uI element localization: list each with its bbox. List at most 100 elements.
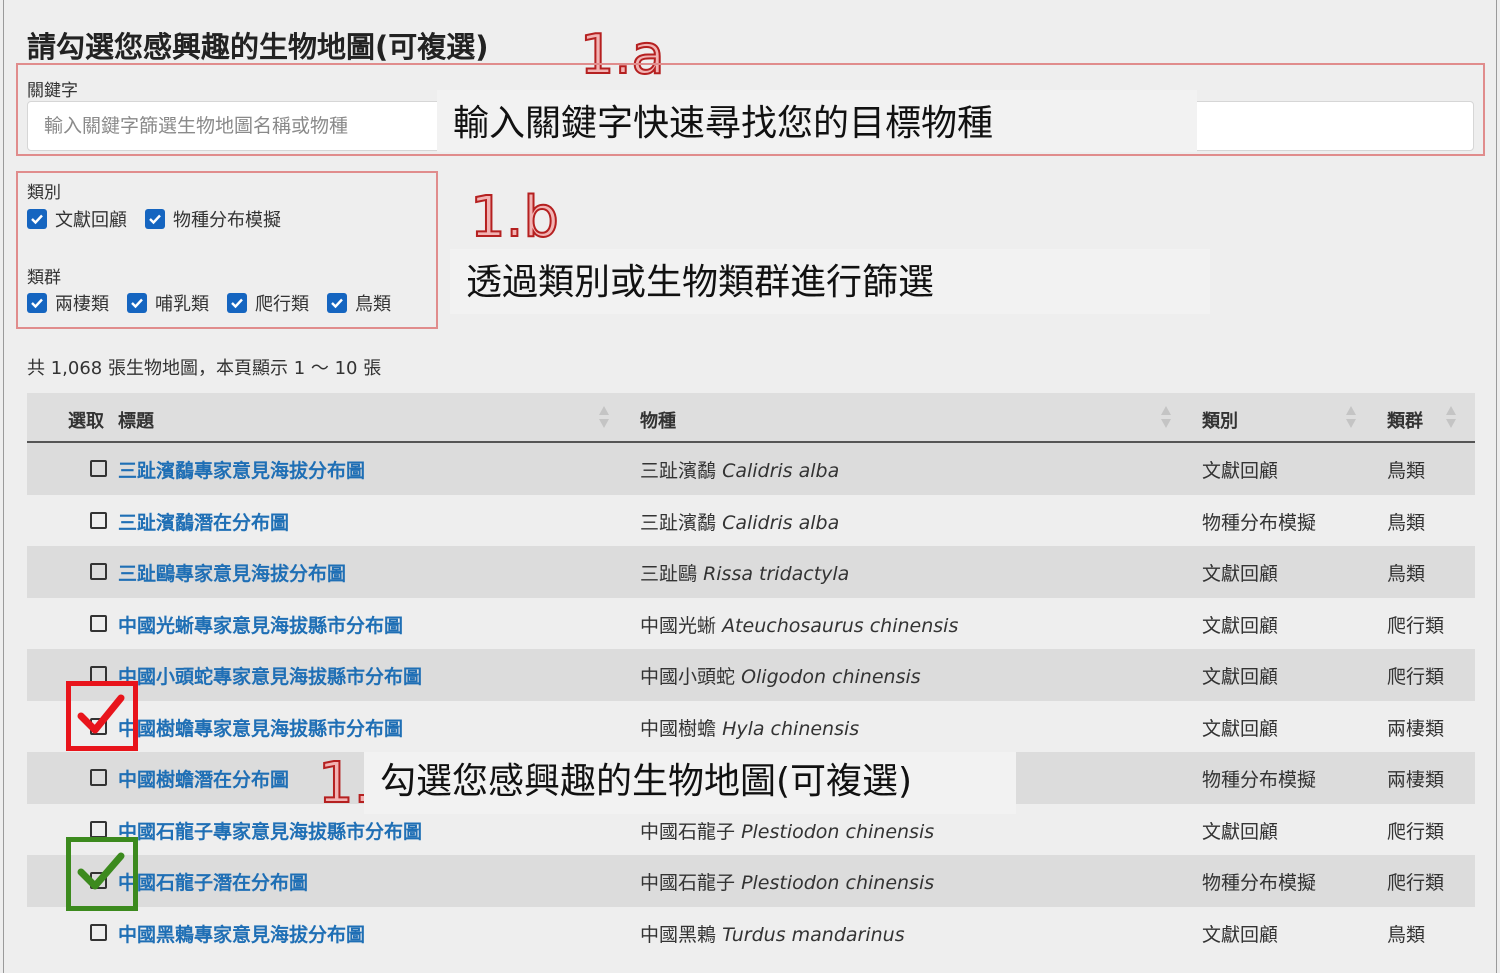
column-header-select: 選取 [68,411,104,432]
table-row: 中國樹蟾專家意見海拔縣市分布圖 中國樹蟾 Hyla chinensis 文獻回顧… [27,700,1475,752]
group-filter-group: 兩棲類 哺乳類 爬行類 鳥類 [27,290,409,316]
category-cell: 文獻回顧 [1202,717,1279,740]
group-cell: 兩棲類 [1387,769,1445,791]
species-cell: 中國小頭蛇 Oligodon chinensis [640,662,921,689]
species-chinese-name: 中國石龍子 [640,872,736,894]
row-select-checkbox[interactable] [90,511,107,529]
group-cell: 鳥類 [1387,923,1426,946]
table-row: 三趾鷗專家意見海拔分布圖 三趾鷗 Rissa tridactyla 文獻回顧 鳥… [27,546,1475,598]
category-cell: 物種分布模擬 [1202,511,1317,534]
result-count: 共 1,068 張生物地圖，本頁顯示 1 ～ 10 張 [27,358,382,379]
group-filter-label-text: 鳥類 [355,294,391,315]
row-select-checkbox[interactable] [90,769,107,786]
category-filter-modeling[interactable]: 物種分布模擬 [145,206,281,232]
checked-checkbox-icon[interactable] [27,293,47,313]
keyword-tip-callout: 輸入關鍵字快速尋找您的目標物種 [437,90,1197,152]
checked-checkbox-icon[interactable] [227,293,247,313]
species-chinese-name: 三趾濱鷸 [640,511,717,534]
group-cell: 爬行類 [1387,872,1445,894]
category-filter-group: 文獻回顧 物種分布模擬 [27,206,299,232]
checked-checkbox-icon[interactable] [145,209,165,229]
sort-icon[interactable] [598,404,610,430]
species-scientific-name: Oligodon chinensis [741,666,921,688]
species-scientific-name: Ateuchosaurus chinensis [722,614,959,637]
group-filter-reptiles[interactable]: 爬行類 [227,290,309,316]
row-select-checkbox[interactable] [90,563,107,580]
species-cell: 中國黑鶇 Turdus mandarinus [640,920,905,947]
category-cell: 物種分布模擬 [1202,872,1317,894]
species-chinese-name: 三趾鷗 [640,563,698,585]
column-header-category[interactable]: 類別 [1202,407,1238,433]
species-scientific-name: Plestiodon chinensis [741,820,935,843]
table-row: 中國光蜥專家意見海拔縣市分布圖 中國光蜥 Ateuchosaurus chine… [27,597,1475,649]
group-filter-amphibians[interactable]: 兩棲類 [27,290,109,316]
checked-checkbox-icon[interactable] [127,293,147,313]
species-scientific-name: Rissa tridactyla [703,563,850,585]
species-cell: 三趾濱鷸 Calidris alba [640,456,839,483]
species-cell: 中國樹蟾 Hyla chinensis [640,714,859,741]
red-check-highlight [66,681,138,751]
group-cell: 鳥類 [1387,511,1426,534]
category-cell: 文獻回顧 [1202,614,1279,637]
map-title-link[interactable]: 中國樹蟾潛在分布圖 [118,765,289,792]
select-tip-callout: 勾選您感興趣的生物地圖(可複選) [364,752,1016,814]
category-filter-literature[interactable]: 文獻回顧 [27,206,127,232]
table-row: 三趾濱鷸專家意見海拔分布圖 三趾濱鷸 Calidris alba 文獻回顧 鳥類 [27,443,1475,495]
species-cell: 中國石龍子 Plestiodon chinensis [640,868,934,895]
species-chinese-name: 中國光蜥 [640,614,717,637]
map-title-link[interactable]: 三趾濱鷸專家意見海拔分布圖 [118,456,365,483]
filter-tip-text: 透過類別或生物類群進行篩選 [466,262,935,303]
species-cell: 中國光蜥 Ateuchosaurus chinensis [640,611,958,638]
species-scientific-name: Calidris alba [722,460,840,482]
row-select-checkbox[interactable] [90,614,107,632]
map-title-link[interactable]: 中國石龍子專家意見海拔縣市分布圖 [118,817,422,844]
sort-icon[interactable] [1160,404,1172,430]
category-cell: 文獻回顧 [1202,820,1279,843]
column-header-title[interactable]: 標題 [118,407,154,433]
category-cell: 文獻回顧 [1202,923,1279,946]
map-title-link[interactable]: 中國小頭蛇專家意見海拔縣市分布圖 [118,662,422,689]
annotation-1b: 1.b [469,185,560,250]
category-filter-label-text: 文獻回顧 [55,210,127,231]
checked-checkbox-icon[interactable] [327,293,347,313]
species-cell: 三趾鷗 Rissa tridactyla [640,559,849,586]
filter-tip-callout: 透過類別或生物類群進行篩選 [450,249,1210,314]
category-cell: 文獻回顧 [1202,460,1279,482]
category-filter-label-text: 物種分布模擬 [173,210,281,231]
sort-icon[interactable] [1345,404,1357,430]
red-check-icon [77,694,125,734]
row-select-checkbox[interactable] [90,460,107,477]
category-cell: 物種分布模擬 [1202,769,1317,791]
group-filter-label-text: 兩棲類 [55,294,109,315]
group-cell: 鳥類 [1387,563,1426,585]
green-check-highlight [66,837,138,911]
map-title-link[interactable]: 中國光蜥專家意見海拔縣市分布圖 [118,611,403,638]
table-row: 中國小頭蛇專家意見海拔縣市分布圖 中國小頭蛇 Oligodon chinensi… [27,649,1475,701]
sort-icon[interactable] [1445,404,1457,430]
species-scientific-name: Hyla chinensis [722,717,860,740]
column-header-species[interactable]: 物種 [640,407,676,433]
map-title-link[interactable]: 三趾鷗專家意見海拔分布圖 [118,559,346,586]
species-cell: 三趾濱鷸 Calidris alba [640,508,839,535]
species-chinese-name: 三趾濱鷸 [640,460,717,482]
group-cell: 鳥類 [1387,460,1426,482]
group-filter-mammals[interactable]: 哺乳類 [127,290,209,316]
map-title-link[interactable]: 中國黑鶇專家意見海拔分布圖 [118,920,365,947]
map-title-link[interactable]: 中國石龍子潛在分布圖 [118,868,308,895]
group-filter-birds[interactable]: 鳥類 [327,290,391,316]
group-filter-label-text: 爬行類 [255,294,309,315]
group-cell: 爬行類 [1387,614,1445,637]
row-select-checkbox[interactable] [90,923,107,941]
column-header-group[interactable]: 類群 [1387,407,1423,433]
group-cell: 爬行類 [1387,666,1445,688]
checked-checkbox-icon[interactable] [27,209,47,229]
map-title-link[interactable]: 三趾濱鷸潛在分布圖 [118,508,289,535]
map-title-link[interactable]: 中國樹蟾專家意見海拔縣市分布圖 [118,714,403,741]
row-select-checkbox[interactable] [90,820,107,838]
page-title: 請勾選您感興趣的生物地圖(可複選) [27,30,489,64]
species-chinese-name: 中國黑鶇 [640,923,717,946]
category-cell: 文獻回顧 [1202,666,1279,688]
species-chinese-name: 中國石龍子 [640,820,736,843]
select-tip-text: 勾選您感興趣的生物地圖(可複選) [380,761,913,802]
table-row: 中國石龍子潛在分布圖 中國石龍子 Plestiodon chinensis 物種… [27,855,1475,907]
